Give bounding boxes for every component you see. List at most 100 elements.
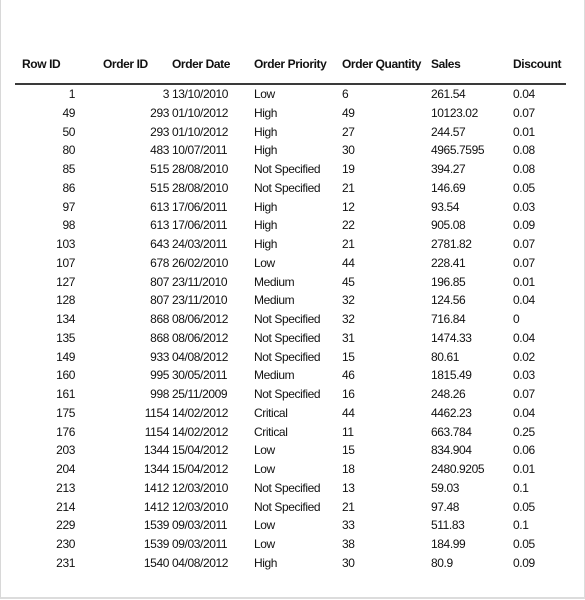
cell-order-priority: Critical <box>254 405 288 420</box>
cell-discount: 0.07 <box>513 105 535 120</box>
cell-order-date: 24/03/2011 <box>172 237 228 251</box>
cell-order-priority: High <box>254 555 278 570</box>
cell-discount: 0.25 <box>513 424 535 439</box>
cell-row-id: 230 <box>56 537 75 551</box>
table-row: 80 483 10/07/2011 High 30 4965.7595 0.08 <box>0 142 585 161</box>
cell-sales: 261.54 <box>431 87 466 101</box>
cell-order-quantity: 32 <box>342 312 355 326</box>
cell-order-priority: Not Specified <box>254 312 321 326</box>
cell-order-priority: Medium <box>254 293 295 308</box>
cell-sales: 834.904 <box>431 443 472 458</box>
cell-order-quantity: 38 <box>342 537 355 551</box>
cell-order-priority: High <box>254 143 278 158</box>
cell-order-quantity: 45 <box>342 274 355 289</box>
cell-order-priority: High <box>254 105 278 120</box>
cell-order-quantity: 30 <box>342 555 355 570</box>
cell-order-date: 25/11/2009 <box>172 387 228 401</box>
cell-order-quantity: 44 <box>342 405 355 420</box>
table-row: 128 807 23/11/2010 Medium 32 124.56 0.04 <box>0 292 585 311</box>
cell-order-id: 995 <box>150 368 169 383</box>
cell-order-priority: Low <box>254 255 275 270</box>
cell-order-priority: Not Specified <box>254 499 321 514</box>
cell-order-id: 1412 <box>143 499 170 514</box>
cell-row-id: 1 <box>68 87 76 101</box>
cell-row-id: 149 <box>56 349 75 364</box>
cell-order-date: 28/08/2010 <box>172 162 229 176</box>
cell-order-id: 1540 <box>143 555 170 570</box>
cell-discount: 0.03 <box>513 199 535 214</box>
table-row: 127 807 23/11/2010 Medium 45 196.85 0.01 <box>0 274 585 293</box>
cell-discount: 0.09 <box>513 218 535 233</box>
cell-sales: 80.9 <box>431 555 453 570</box>
cell-order-quantity: 12 <box>342 199 355 214</box>
cell-row-id: 49 <box>62 105 75 120</box>
cell-row-id: 213 <box>56 480 75 495</box>
cell-order-quantity: 21 <box>342 499 355 514</box>
cell-row-id: 203 <box>56 443 75 458</box>
cell-sales: 228.41 <box>431 255 466 270</box>
cell-sales: 184.99 <box>431 537 466 551</box>
header-sales: Sales <box>431 57 461 71</box>
cell-row-id: 86 <box>62 180 75 195</box>
cell-sales: 905.08 <box>431 218 466 233</box>
cell-order-id: 1154 <box>144 405 170 420</box>
cell-sales: 97.48 <box>431 499 460 514</box>
cell-discount: 0.05 <box>513 537 535 551</box>
cell-order-date: 15/04/2012 <box>172 443 229 458</box>
cell-order-quantity: 46 <box>342 368 355 383</box>
cell-discount: 0.04 <box>513 405 535 420</box>
cell-row-id: 127 <box>56 274 75 289</box>
cell-discount: 0.08 <box>513 162 535 176</box>
cell-sales: 663.784 <box>431 424 472 439</box>
cell-row-id: 97 <box>62 199 75 214</box>
cell-order-quantity: 16 <box>342 387 355 401</box>
cell-order-priority: Low <box>254 537 275 551</box>
cell-row-id: 98 <box>62 218 75 233</box>
cell-order-priority: Not Specified <box>254 162 321 176</box>
cell-order-date: 01/10/2012 <box>172 124 229 139</box>
table-row: 135 868 08/06/2012 Not Specified 31 1474.33 0.… <box>0 330 585 349</box>
cell-order-id: 1344 <box>143 462 170 476</box>
cell-discount: 0.05 <box>513 499 535 514</box>
cell-order-date: 12/03/2010 <box>172 499 229 514</box>
header-divider <box>15 83 566 85</box>
cell-row-id: 80 <box>62 143 75 158</box>
cell-order-date: 09/03/2011 <box>172 518 228 533</box>
cell-discount: 0.01 <box>513 274 535 289</box>
cell-discount: 0.01 <box>513 462 535 476</box>
cell-order-id: 933 <box>150 349 169 364</box>
cell-order-priority: Not Specified <box>254 349 321 364</box>
table-row: 98 613 17/06/2011 High 22 905.08 0.09 <box>0 217 585 236</box>
header-row-id: Row ID <box>22 57 61 71</box>
cell-row-id: 135 <box>56 330 75 345</box>
cell-sales: 394.27 <box>431 162 466 176</box>
cell-order-priority: Critical <box>254 424 288 439</box>
cell-sales: 59.03 <box>431 480 460 495</box>
cell-sales: 93.54 <box>431 199 460 214</box>
cell-row-id: 229 <box>56 518 75 533</box>
cell-order-id: 515 <box>150 180 169 195</box>
cell-order-date: 17/06/2011 <box>172 199 228 214</box>
cell-order-date: 30/05/2011 <box>172 368 228 383</box>
table-row: 160 995 30/05/2011 Medium 46 1815.49 0.03 <box>0 367 585 386</box>
cell-order-date: 04/08/2012 <box>172 555 229 570</box>
table-row: 134 868 08/06/2012 Not Specified 32 716.84 0 <box>0 311 585 330</box>
cell-order-date: 17/06/2011 <box>172 218 228 233</box>
cell-row-id: 161 <box>56 387 75 401</box>
cell-discount: 0.09 <box>513 555 535 570</box>
cell-discount: 0.07 <box>513 387 535 401</box>
table-row: 149 933 04/08/2012 Not Specified 15 80.61 0.02 <box>0 349 585 368</box>
cell-order-id: 1539 <box>143 537 170 551</box>
header-order-priority: Order Priority <box>254 57 327 71</box>
cell-order-id: 515 <box>150 162 169 176</box>
cell-discount: 0.1 <box>513 518 529 533</box>
cell-order-priority: Not Specified <box>254 480 321 495</box>
cell-row-id: 50 <box>62 124 75 139</box>
cell-order-id: 293 <box>150 105 169 120</box>
cell-order-id: 807 <box>150 274 169 289</box>
cell-order-id: 1344 <box>143 443 170 458</box>
cell-discount: 0.07 <box>513 255 535 270</box>
cell-order-date: 23/11/2010 <box>172 293 228 308</box>
cell-order-id: 643 <box>150 237 169 251</box>
cell-order-quantity: 30 <box>342 143 355 158</box>
